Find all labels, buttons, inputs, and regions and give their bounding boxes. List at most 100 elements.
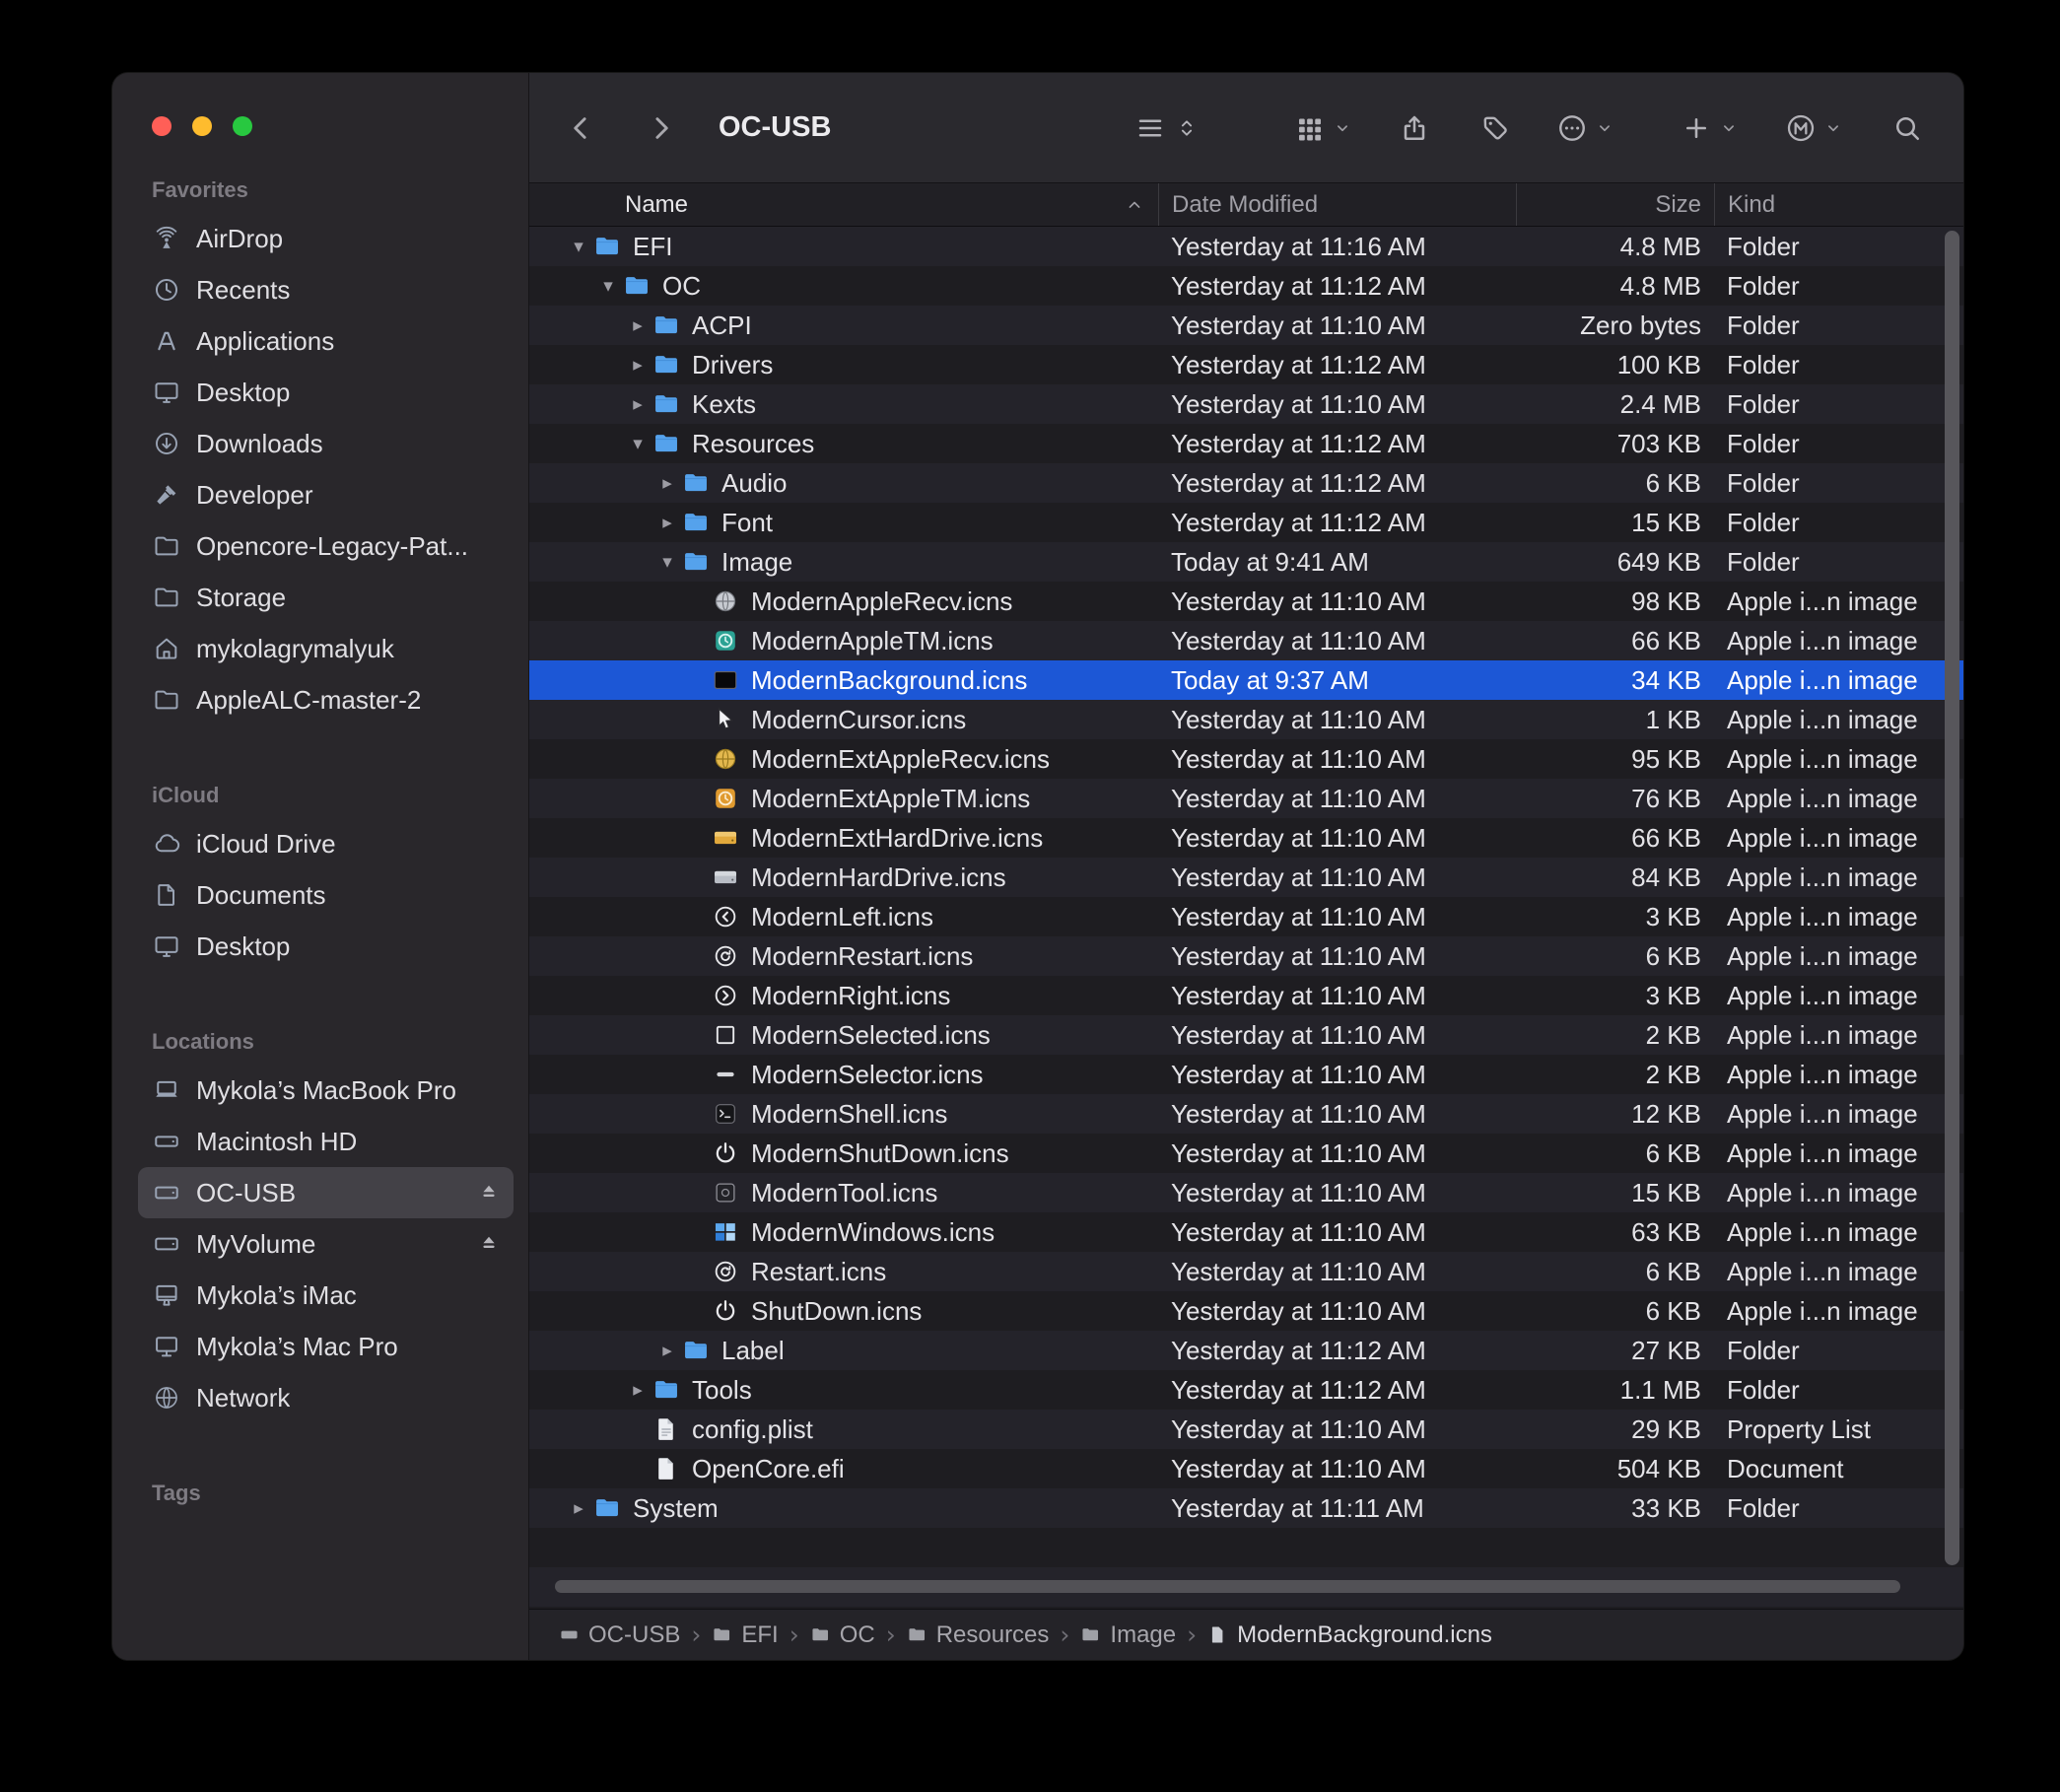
sidebar-item-opencore-legacy-pat[interactable]: Opencore-Legacy-Pat... [138,520,514,572]
column-header-date-modified[interactable]: Date Modified [1158,183,1516,226]
disclosure-closed-icon[interactable]: ▸ [653,514,681,532]
row-system[interactable]: ▸SystemYesterday at 11:11 AM33 KBFolder [529,1488,1963,1528]
row-modernbackground-icns[interactable]: ModernBackground.icnsToday at 9:37 AM34 … [529,660,1963,700]
sidebar-item-storage[interactable]: Storage [138,572,514,623]
disclosure-closed-icon[interactable]: ▸ [624,395,652,414]
row-modernextappletm-icns[interactable]: ModernExtAppleTM.icnsYesterday at 11:10 … [529,779,1963,818]
row-acpi[interactable]: ▸ACPIYesterday at 11:10 AMZero bytesFold… [529,306,1963,345]
sidebar-item-macintosh-hd[interactable]: Macintosh HD [138,1116,514,1167]
row-modernselected-icns[interactable]: ModernSelected.icnsYesterday at 11:10 AM… [529,1015,1963,1055]
row-modernshell-icns[interactable]: ModernShell.icnsYesterday at 11:10 AM12 … [529,1094,1963,1134]
row-shutdown-icns[interactable]: ShutDown.icnsYesterday at 11:10 AM6 KBAp… [529,1291,1963,1331]
zoom-button[interactable] [233,116,252,136]
row-modernshutdown-icns[interactable]: ModernShutDown.icnsYesterday at 11:10 AM… [529,1134,1963,1173]
sidebar-item-mykolagrymalyuk[interactable]: mykolagrymalyuk [138,623,514,674]
new-item-expander[interactable] [1719,118,1739,138]
row-resources[interactable]: ▾ResourcesYesterday at 11:12 AM703 KBFol… [529,424,1963,463]
extension-badge-button[interactable] [1784,111,1818,145]
sidebar-item-myvolume[interactable]: MyVolume [138,1218,514,1270]
column-header-size[interactable]: Size [1516,183,1714,226]
sidebar-item-recents[interactable]: Recents [138,264,514,315]
sidebar-item-applications[interactable]: Applications [138,315,514,367]
file-name: Kexts [692,389,756,420]
row-modernrestart-icns[interactable]: ModernRestart.icnsYesterday at 11:10 AM6… [529,936,1963,976]
view-mode-expander[interactable] [1175,113,1199,143]
disclosure-closed-icon[interactable]: ▸ [624,356,652,375]
new-item-button[interactable] [1680,111,1713,145]
row-efi[interactable]: ▾EFIYesterday at 11:16 AM4.8 MBFolder [529,227,1963,266]
row-modernharddrive-icns[interactable]: ModernHardDrive.icnsYesterday at 11:10 A… [529,858,1963,897]
sidebar-item-mykola-s-mac-pro[interactable]: Mykola’s Mac Pro [138,1321,514,1372]
disclosure-closed-icon[interactable]: ▸ [624,316,652,335]
breadcrumb-item-image[interactable]: Image [1080,1621,1176,1649]
group-menu-expander[interactable] [1333,118,1352,138]
row-modernwindows-icns[interactable]: ModernWindows.icnsYesterday at 11:10 AM6… [529,1212,1963,1252]
sidebar-item-oc-usb[interactable]: OC-USB [138,1167,514,1218]
sidebar-item-desktop[interactable]: Desktop [138,367,514,418]
row-modernleft-icns[interactable]: ModernLeft.icnsYesterday at 11:10 AM3 KB… [529,897,1963,936]
more-menu-expander[interactable] [1595,118,1614,138]
list-view-button[interactable] [1133,111,1167,145]
breadcrumb-item-resources[interactable]: Resources [907,1621,1050,1649]
disclosure-closed-icon[interactable]: ▸ [653,1342,681,1360]
row-oc[interactable]: ▾OCYesterday at 11:12 AM4.8 MBFolder [529,266,1963,306]
column-header-name[interactable]: Name [529,183,1158,226]
close-button[interactable] [152,116,172,136]
row-modernselector-icns[interactable]: ModernSelector.icnsYesterday at 11:10 AM… [529,1055,1963,1094]
minimize-button[interactable] [192,116,212,136]
row-audio[interactable]: ▸AudioYesterday at 11:12 AM6 KBFolder [529,463,1963,503]
row-modernapplerecv-icns[interactable]: ModernAppleRecv.icnsYesterday at 11:10 A… [529,582,1963,621]
sidebar-item-mykola-s-imac[interactable]: Mykola’s iMac [138,1270,514,1321]
sidebar-item-mykola-s-macbook-pro[interactable]: Mykola’s MacBook Pro [138,1065,514,1116]
eject-button[interactable] [476,1231,502,1257]
sidebar-icon-wrap [150,686,183,714]
breadcrumb-item-efi[interactable]: EFI [712,1621,778,1649]
eject-button[interactable] [476,1180,502,1206]
breadcrumb-item-oc-usb[interactable]: OC-USB [559,1621,680,1649]
row-drivers[interactable]: ▸DriversYesterday at 11:12 AM100 KBFolde… [529,345,1963,384]
row-modernextapplerecv-icns[interactable]: ModernExtAppleRecv.icnsYesterday at 11:1… [529,739,1963,779]
row-font[interactable]: ▸FontYesterday at 11:12 AM15 KBFolder [529,503,1963,542]
row-image[interactable]: ▾ImageToday at 9:41 AM649 KBFolder [529,542,1963,582]
row-modernextharddrive-icns[interactable]: ModernExtHardDrive.icnsYesterday at 11:1… [529,818,1963,858]
horizontal-scrollbar[interactable] [555,1580,1900,1593]
sidebar-item-downloads[interactable]: Downloads [138,418,514,469]
row-tools[interactable]: ▸ToolsYesterday at 11:12 AM1.1 MBFolder [529,1370,1963,1410]
sidebar-item-network[interactable]: Network [138,1372,514,1423]
row-kexts[interactable]: ▸KextsYesterday at 11:10 AM2.4 MBFolder [529,384,1963,424]
row-config-plist[interactable]: config.plistYesterday at 11:10 AM29 KBPr… [529,1410,1963,1449]
breadcrumb-item-oc[interactable]: OC [810,1621,875,1649]
sidebar-icon-wrap [150,1128,183,1155]
vertical-scrollbar[interactable] [1945,231,1959,1565]
back-button[interactable] [565,111,598,145]
row-label[interactable]: ▸LabelYesterday at 11:12 AM27 KBFolder [529,1331,1963,1370]
disclosure-open-icon[interactable]: ▾ [653,553,681,572]
breadcrumb-item-modernbackground-icns[interactable]: ModernBackground.icns [1207,1621,1492,1649]
sidebar-item-icloud-drive[interactable]: iCloud Drive [138,818,514,869]
sidebar-item-documents[interactable]: Documents [138,869,514,921]
disclosure-open-icon[interactable]: ▾ [565,238,592,256]
search-button[interactable] [1890,111,1924,145]
disclosure-open-icon[interactable]: ▾ [594,277,622,296]
row-restart-icns[interactable]: Restart.icnsYesterday at 11:10 AM6 KBApp… [529,1252,1963,1291]
row-modernappletm-icns[interactable]: ModernAppleTM.icnsYesterday at 11:10 AM6… [529,621,1963,660]
row-moderntool-icns[interactable]: ModernTool.icnsYesterday at 11:10 AM15 K… [529,1173,1963,1212]
disclosure-closed-icon[interactable]: ▸ [624,1381,652,1400]
disclosure-open-icon[interactable]: ▾ [624,435,652,453]
more-actions-button[interactable] [1555,111,1589,145]
forward-button[interactable] [644,111,677,145]
column-header-kind[interactable]: Kind [1714,183,1963,226]
sidebar-item-desktop[interactable]: Desktop [138,921,514,972]
share-button[interactable] [1398,111,1431,145]
disclosure-closed-icon[interactable]: ▸ [653,474,681,493]
sidebar-item-developer[interactable]: Developer [138,469,514,520]
extension-menu-expander[interactable] [1823,118,1843,138]
tags-button[interactable] [1478,111,1512,145]
row-moderncursor-icns[interactable]: ModernCursor.icnsYesterday at 11:10 AM1 … [529,700,1963,739]
row-modernright-icns[interactable]: ModernRight.icnsYesterday at 11:10 AM3 K… [529,976,1963,1015]
sidebar-item-airdrop[interactable]: AirDrop [138,213,514,264]
disclosure-closed-icon[interactable]: ▸ [565,1499,592,1518]
row-opencore-efi[interactable]: OpenCore.efiYesterday at 11:10 AM504 KBD… [529,1449,1963,1488]
group-button[interactable] [1293,111,1327,145]
sidebar-item-applealc-master-2[interactable]: AppleALC-master-2 [138,674,514,725]
